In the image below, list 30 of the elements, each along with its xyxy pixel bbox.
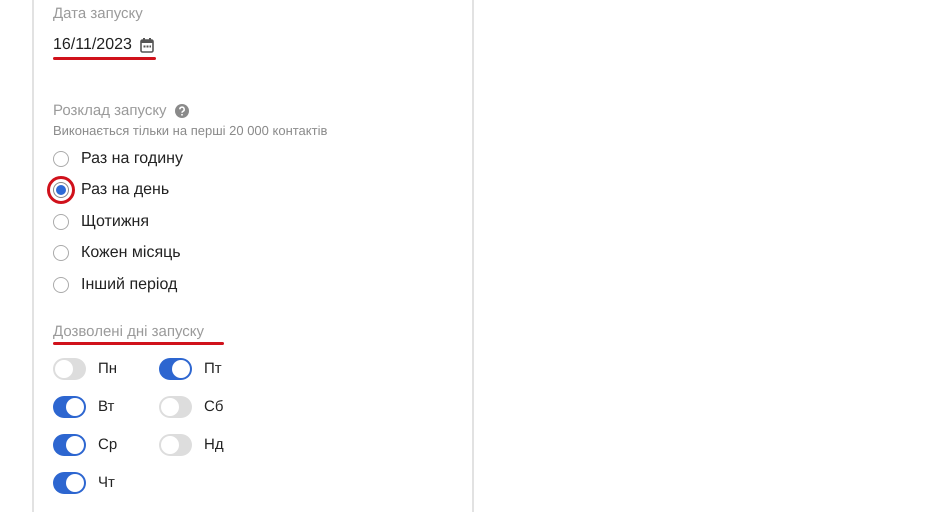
radio-label[interactable]: Раз на годину: [81, 150, 183, 168]
radio-label[interactable]: Кожен місяць: [81, 244, 181, 262]
date-field[interactable]: 16/11/2023: [53, 35, 132, 55]
radio-button[interactable]: [53, 276, 69, 293]
toggle-switch[interactable]: [53, 396, 86, 418]
day-label: Чт: [98, 474, 115, 491]
toggle-switch[interactable]: [53, 434, 86, 456]
radio-button[interactable]: [53, 245, 69, 262]
toggle-switch[interactable]: [53, 358, 86, 380]
radio-button[interactable]: [53, 214, 69, 230]
toggle-switch[interactable]: [159, 358, 192, 380]
radio-label[interactable]: Інший період: [81, 276, 178, 294]
day-label: Сб: [204, 398, 224, 415]
radio-button[interactable]: [53, 150, 69, 167]
toggle-switch[interactable]: [53, 472, 86, 494]
toggle-switch[interactable]: [159, 396, 192, 418]
date-label: Дата запуску: [53, 5, 144, 23]
day-label: Ср: [98, 436, 118, 453]
schedule-label: Розклад запуску: [53, 102, 167, 120]
toggle-switch[interactable]: [159, 434, 192, 456]
day-label: Вт: [98, 398, 114, 415]
radio-label[interactable]: Щотижня: [81, 212, 150, 231]
day-label: Нд: [204, 436, 224, 453]
days-label: Дозволені дні запуску: [53, 322, 206, 340]
help-icon[interactable]: [174, 104, 189, 118]
day-label: Пт: [204, 360, 222, 377]
calendar-icon[interactable]: [140, 38, 154, 52]
day-label: Пн: [98, 360, 118, 377]
schedule-hint: Виконається тільки на перші 20 000 контактів: [53, 123, 328, 139]
radio-label[interactable]: Раз на день: [81, 181, 170, 200]
